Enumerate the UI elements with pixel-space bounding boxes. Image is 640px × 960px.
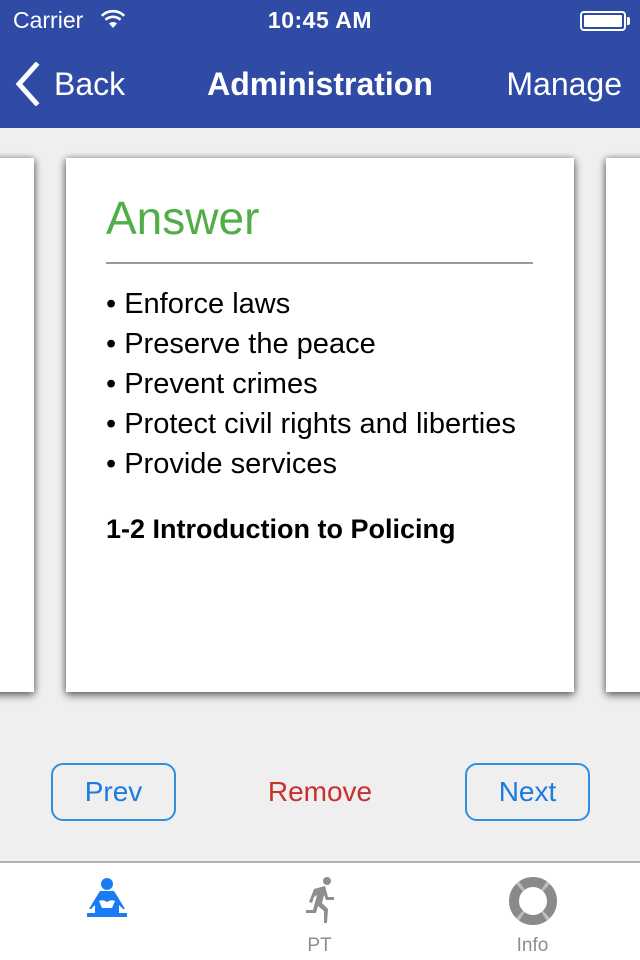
clock: 10:45 AM	[267, 7, 373, 33]
nav-bar: Back Administration Manage	[0, 40, 640, 128]
card-heading: Answer	[106, 192, 260, 244]
back-button[interactable]: Back	[14, 62, 125, 106]
prev-button[interactable]: Prev	[51, 763, 176, 821]
header: Carrier 10:45 AM Back Administration Man…	[0, 0, 640, 128]
tab-study[interactable]	[0, 863, 213, 960]
answer-item: • Provide services	[106, 448, 337, 480]
card-divider	[106, 262, 533, 264]
tab-pt[interactable]: PT	[213, 863, 426, 960]
status-bar: Carrier 10:45 AM	[0, 0, 640, 40]
tab-label: PT	[307, 935, 332, 956]
next-card[interactable]	[606, 158, 640, 692]
tab-info[interactable]: Info	[426, 863, 639, 960]
lifebuoy-icon	[508, 877, 557, 925]
running-person-icon	[305, 877, 334, 923]
previous-card[interactable]	[0, 158, 34, 692]
answer-list: • Enforce laws • Preserve the peace • Pr…	[106, 284, 534, 484]
flashcard[interactable]: Answer • Enforce laws • Preserve the pea…	[66, 158, 574, 692]
answer-item: • Preserve the peace	[106, 328, 376, 360]
answer-item: • Protect civil rights and liberties	[106, 408, 516, 440]
chevron-left-icon	[15, 62, 40, 106]
manage-button[interactable]: Manage	[506, 66, 622, 103]
back-label: Back	[54, 65, 126, 102]
remove-button[interactable]: Remove	[220, 763, 420, 821]
tab-bar: PT Info	[0, 861, 640, 960]
answer-item: • Enforce laws	[106, 288, 291, 320]
study-reader-icon	[86, 878, 127, 917]
tab-label: Info	[516, 935, 549, 956]
answer-item: • Prevent crimes	[106, 368, 318, 400]
card-source: 1-2 Introduction to Policing	[106, 514, 456, 544]
battery-icon	[580, 11, 630, 31]
next-button[interactable]: Next	[465, 763, 590, 821]
